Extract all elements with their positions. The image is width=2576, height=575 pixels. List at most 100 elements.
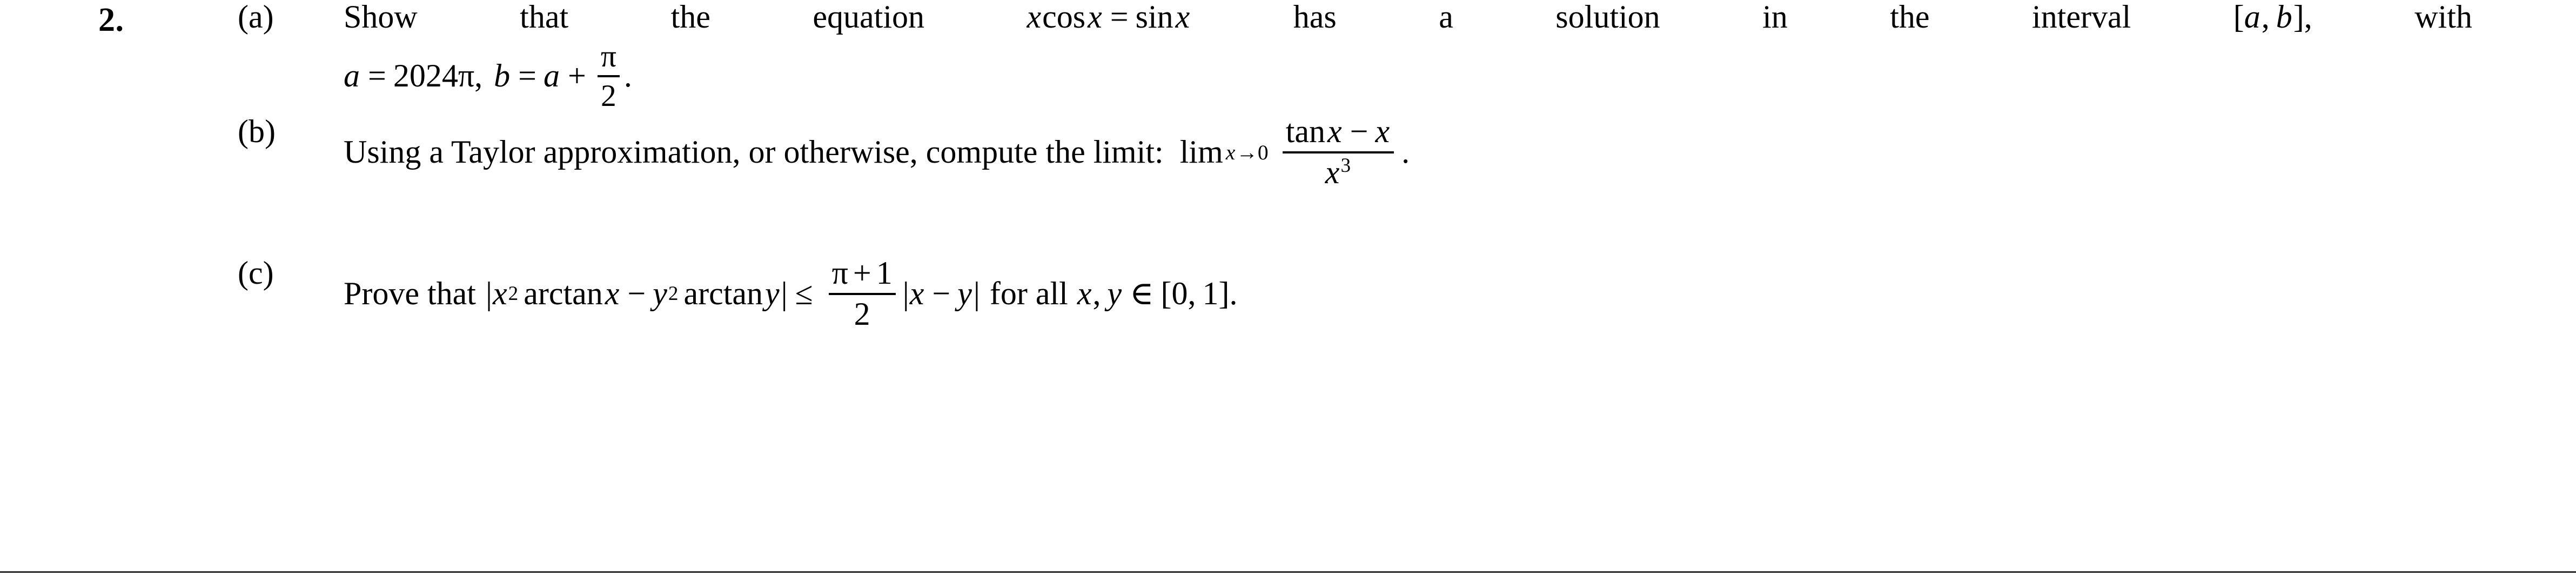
math-var-a-ref: a (543, 57, 560, 93)
math-operator-minus-c: − (627, 275, 646, 311)
math-func-tan: tan (1285, 113, 1326, 149)
math-var-b: b (2276, 0, 2292, 35)
word-solution: solution (1555, 0, 1660, 35)
math-number-2024: 2024 (393, 57, 458, 93)
math-operator-minus: − (1350, 113, 1369, 149)
fraction-pi-plus-1-over-2: π +1 2 (828, 256, 896, 332)
set-bracket-open: [ (1160, 275, 1172, 311)
math-var-x-set: x (1077, 275, 1092, 311)
problem-number: 2. (98, 2, 124, 38)
math-var-x-2: x (1088, 0, 1102, 35)
sentence-period-c: . (1229, 275, 1238, 311)
math-operator-equals-b: = (518, 57, 536, 93)
part-label-c: (c) (238, 255, 274, 291)
word-in: in (1762, 0, 1788, 35)
problem-part-b: (b) Using a Taylor approximation, or oth… (238, 113, 2485, 256)
abs-bar-open: | (485, 275, 492, 311)
limit-sub-variable: x (1225, 140, 1236, 164)
math-var-x: x (1027, 0, 1042, 35)
interval-comma: , (2261, 0, 2270, 35)
limit-expression: lim x→0 tanx − x x3. (1179, 113, 1410, 190)
word-has: has (1293, 0, 1337, 35)
math-var-x-num: x (1327, 113, 1342, 149)
fraction-tanx-minus-x-over-x-cubed: tanx − x x3 (1282, 113, 1394, 190)
math-func-sin: sin (1135, 0, 1173, 35)
math-func-arctan-y: arctan (683, 275, 763, 311)
part-c-text: Prove that (344, 275, 476, 311)
math-var-b-def: b (494, 57, 511, 93)
part-label-b: (b) (238, 113, 276, 149)
math-operator-equals-a: = (368, 57, 386, 93)
math-comma-separator: , (474, 57, 483, 93)
math-exponent-3: 3 (1340, 154, 1351, 177)
part-b-line-1: Using a Taylor approximation, or otherwi… (344, 113, 2485, 190)
word-equation: equation (813, 0, 925, 35)
set-value-1: 1 (1202, 275, 1219, 311)
word-a: a (1439, 0, 1453, 35)
part-a-line-2: a = 2024 π, b = a + π 2. (344, 40, 2472, 112)
part-body-a: Show that the equation xcosx = sinx has a … (344, 0, 2472, 112)
fraction-denominator: x3 (1322, 153, 1354, 190)
math-var-x-3: x (1175, 0, 1190, 35)
math-operator-plus-c: + (853, 255, 871, 291)
math-symbol-pi-c: π (831, 255, 848, 291)
fraction-numerator: tanx − x (1283, 113, 1394, 151)
limit-sub-target: 0 (1257, 140, 1269, 164)
interval-trailing-comma: , (2304, 0, 2312, 35)
problem-part-c: (c) Prove that | x 2 arctan x − y 2 arctan y | ≤ π +1 2… (238, 256, 2485, 375)
set-bracket-close: ] (1218, 275, 1230, 311)
fraction-pi-over-2: π2 (597, 39, 620, 113)
math-var-x-c2: x (605, 275, 620, 311)
math-func-arctan-x: arctan (524, 275, 603, 311)
math-func-cos: cos (1042, 0, 1086, 35)
fraction-numerator: π +1 (829, 256, 896, 293)
math-operator-minus-diff: − (932, 275, 951, 311)
math-var-a-def: a (344, 57, 360, 93)
limit-operator: lim (1179, 133, 1223, 170)
sentence-period-b: . (1401, 133, 1410, 170)
problem-part-a: (a) Show that the equation xcosx = sinx ha… (238, 0, 2485, 115)
math-var-a: a (2244, 0, 2260, 35)
math-symbol-pi: π (458, 57, 475, 93)
problem-parts-list: (a) Show that the equation xcosx = sinx ha… (238, 0, 2485, 375)
part-a-line-1: Show that the equation xcosx = sinx has a … (344, 0, 2472, 35)
document-page: 2. (a) Show that the equation xcosx = sinx… (0, 0, 2576, 575)
word-the-2: the (1890, 0, 1930, 35)
interval-a-b: [a, b], (2233, 0, 2312, 35)
set-value-0: 0 (1171, 275, 1188, 311)
set-comma: , (1188, 275, 1196, 311)
math-operator-equals: = (1110, 0, 1129, 35)
part-b-text: Using a Taylor approximation, or otherwi… (344, 133, 1164, 170)
limit-sub-arrow-icon: → (1236, 140, 1258, 164)
word-the: the (670, 0, 710, 35)
abs-bar-close: | (781, 275, 788, 311)
math-var-y-set: y (1107, 275, 1122, 311)
math-var-x-diff: x (909, 275, 924, 311)
sentence-period-a: . (623, 57, 632, 93)
word-with: with (2414, 0, 2472, 35)
part-body-b: Using a Taylor approximation, or otherwi… (344, 113, 2485, 190)
part-label-a: (a) (238, 0, 274, 35)
part-c-text-after: for all (989, 275, 1068, 311)
part-c-line-1: Prove that | x 2 arctan x − y 2 arctan y | ≤ π +1 2 | x − y… (344, 255, 1238, 332)
math-var-x-c: x (492, 275, 507, 311)
page-bottom-rule (0, 571, 2576, 573)
math-var-x-den: x (1325, 154, 1340, 190)
math-var-y-c: y (653, 275, 667, 311)
word-interval: interval (2032, 0, 2131, 35)
abs-bar-close-2: | (973, 275, 980, 311)
fraction-numerator: π (600, 39, 616, 73)
fraction-denominator: 2 (854, 296, 870, 332)
bracket-close: ] (2293, 0, 2304, 35)
math-var-y-c2: y (765, 275, 780, 311)
equation-xcosx-eq-sinx: xcosx = sinx (1027, 0, 1191, 35)
math-comma-set: , (1092, 275, 1101, 311)
fraction-denominator: 2 (600, 78, 616, 113)
word-that: that (520, 0, 569, 35)
bracket-open: [ (2233, 0, 2244, 35)
math-operator-element-of: ∈ (1130, 275, 1154, 311)
math-number-1: 1 (876, 255, 893, 291)
math-operator-plus: + (567, 57, 586, 93)
part-body-c: Prove that | x 2 arctan x − y 2 arctan y | ≤ π +1 2 | x − y… (344, 256, 2485, 331)
math-var-x-num-2: x (1375, 113, 1390, 149)
